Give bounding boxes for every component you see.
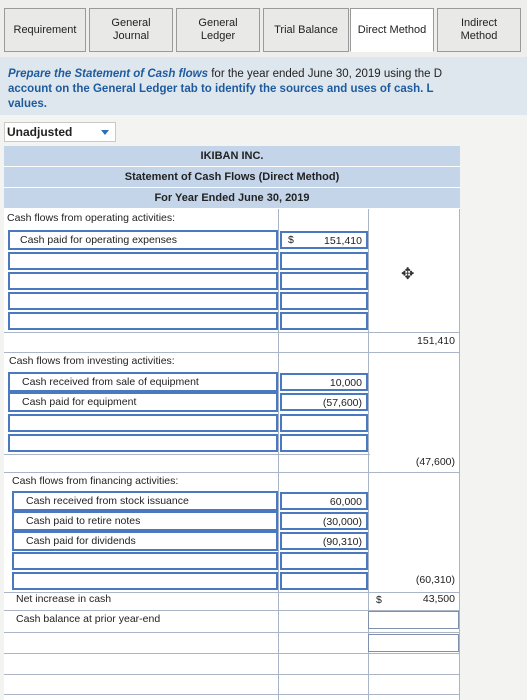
- line-item-input[interactable]: [8, 292, 278, 310]
- tab-general-journal[interactable]: General Journal: [89, 8, 173, 52]
- financing-header: Cash flows from financing activities:: [12, 475, 179, 487]
- tab-label: Requirement: [13, 23, 77, 36]
- line-item-input[interactable]: [12, 572, 278, 590]
- instruction-line2: account on the General Ledger tab to ide…: [8, 83, 434, 95]
- tab-label: General Ledger: [198, 17, 238, 42]
- tab-indirect-method[interactable]: Indirect Method: [437, 8, 521, 52]
- line-item-input[interactable]: [12, 552, 278, 570]
- operating-total[interactable]: 151,410: [370, 333, 459, 351]
- tab-bar: Requirement General Journal General Ledg…: [0, 0, 527, 57]
- amount-input[interactable]: 60,000: [280, 492, 368, 510]
- row-divider: [4, 653, 460, 654]
- operating-header: Cash flows from operating activities:: [7, 212, 176, 224]
- line-item-label: Cash paid for dividends: [26, 535, 136, 547]
- amount-input[interactable]: [280, 414, 368, 432]
- amount-input[interactable]: (90,310): [280, 532, 368, 550]
- amount-input[interactable]: (30,000): [280, 512, 368, 530]
- tab-label: General Journal: [111, 17, 151, 42]
- line-item-label: Cash paid for equipment: [22, 396, 137, 408]
- amount-input[interactable]: [280, 572, 368, 590]
- prior-balance-amount[interactable]: [368, 611, 459, 629]
- tab-trial-balance[interactable]: Trial Balance: [263, 8, 349, 52]
- statement-period: For Year Ended June 30, 2019: [4, 188, 460, 209]
- amount-input[interactable]: [368, 634, 459, 652]
- prior-balance-label: Cash balance at prior year-end: [16, 613, 161, 625]
- adjustment-select[interactable]: Unadjusted: [4, 122, 116, 142]
- tab-label: Indirect Method: [460, 17, 498, 42]
- row-divider: [4, 694, 460, 695]
- amount-input[interactable]: (57,600): [280, 393, 368, 411]
- amount-input[interactable]: [280, 312, 368, 330]
- tab-direct-method[interactable]: Direct Method: [350, 8, 434, 52]
- amount-input[interactable]: [280, 434, 368, 452]
- instruction-banner: Prepare the Statement of Cash flows for …: [0, 57, 527, 115]
- investing-header: Cash flows from investing activities:: [9, 355, 175, 367]
- line-item-input[interactable]: [8, 434, 278, 452]
- line-item-input[interactable]: [8, 312, 278, 330]
- chevron-down-icon: [101, 130, 109, 135]
- instruction-emphasis: Prepare the Statement of Cash flows: [8, 68, 209, 80]
- cash-flow-statement: IKIBAN INC. Statement of Cash Flows (Dir…: [4, 146, 460, 700]
- row-divider: [4, 632, 460, 633]
- line-item-label: Cash received from sale of equipment: [22, 376, 199, 388]
- amount-input[interactable]: [280, 292, 368, 310]
- instruction-text: Prepare the Statement of Cash flows for …: [8, 67, 527, 112]
- instruction-normal: for the year ended June 30, 2019 using t…: [208, 68, 443, 80]
- amount-input[interactable]: 151,410: [280, 231, 368, 249]
- row-divider: [4, 674, 460, 675]
- line-item-input[interactable]: [8, 272, 278, 290]
- investing-total[interactable]: (47,600): [370, 454, 459, 472]
- amount-input[interactable]: [280, 252, 368, 270]
- financing-total[interactable]: (60,310): [370, 572, 459, 590]
- amount-input[interactable]: [280, 552, 368, 570]
- move-cursor-icon: ✥: [401, 266, 415, 283]
- tab-label: Direct Method: [357, 23, 427, 36]
- amount-input[interactable]: 10,000: [280, 373, 368, 391]
- select-value: Unadjusted: [7, 125, 73, 139]
- line-item-label: Cash paid for operating expenses: [20, 234, 178, 246]
- company-name: IKIBAN INC.: [4, 146, 460, 167]
- tab-label: Trial Balance: [274, 23, 338, 36]
- amount-input[interactable]: [280, 272, 368, 290]
- tab-general-ledger[interactable]: General Ledger: [176, 8, 260, 52]
- line-item-label: Cash paid to retire notes: [26, 515, 141, 527]
- net-increase-label: Net increase in cash: [16, 593, 112, 605]
- instruction-line3: values.: [8, 98, 47, 110]
- line-item-input[interactable]: [8, 414, 278, 432]
- tab-requirement[interactable]: Requirement: [4, 8, 86, 52]
- line-item-input[interactable]: [8, 252, 278, 270]
- statement-title: Statement of Cash Flows (Direct Method): [4, 167, 460, 188]
- net-increase-amount[interactable]: 43,500: [370, 591, 459, 609]
- line-item-label: Cash received from stock issuance: [26, 495, 189, 507]
